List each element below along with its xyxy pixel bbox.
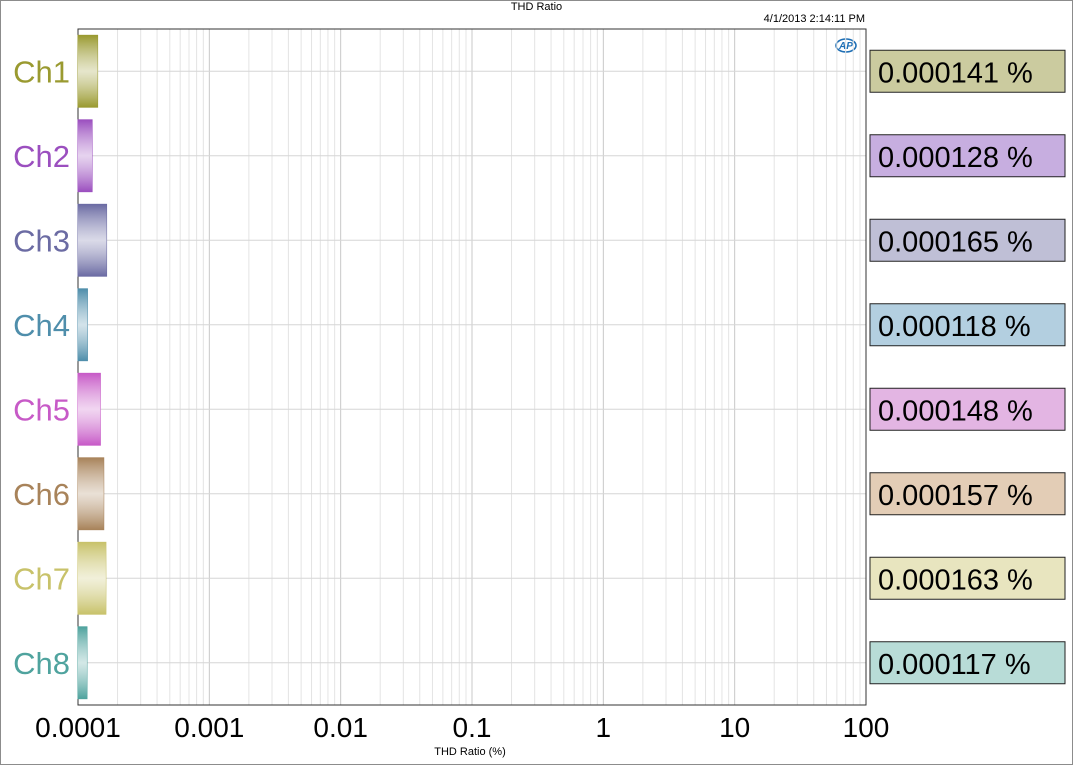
category-labels: Ch1 Ch2 Ch3 Ch4 Ch5 Ch6 Ch7 Ch8: [13, 54, 70, 681]
x-tick-label: 0.001: [174, 712, 244, 743]
category-label-ch6: Ch6: [13, 477, 70, 512]
category-label-ch7: Ch7: [13, 561, 70, 596]
bar-shine-ch7: [78, 542, 106, 615]
x-tick-label: 10: [719, 712, 750, 743]
grid: [78, 29, 866, 705]
category-label-ch1: Ch1: [13, 54, 70, 89]
bar-shine-ch2: [78, 119, 93, 192]
readout-value-ch2: 0.000128 %: [878, 142, 1033, 174]
bar-shine-ch3: [78, 204, 107, 277]
category-label-ch8: Ch8: [13, 646, 70, 681]
readout-value-ch3: 0.000165 %: [878, 226, 1033, 258]
category-label-ch2: Ch2: [13, 139, 70, 174]
bar-shine-ch5: [78, 373, 101, 446]
bars: [77, 34, 108, 700]
x-tick-label: 1: [596, 712, 612, 743]
thd-bar-chart: Ch1 Ch2 Ch3 Ch4 Ch5 Ch6 Ch7 Ch8 0.0001 0.001 0.01…: [13, 28, 1066, 743]
category-label-ch3: Ch3: [13, 223, 70, 258]
x-tick-label: 100: [843, 712, 890, 743]
bar-shine-ch1: [78, 35, 98, 108]
x-tick-label: 0.0001: [35, 712, 121, 743]
bar-shine-ch6: [78, 457, 104, 530]
bar-shine-ch4: [78, 288, 88, 361]
value-readouts: 0.000141 % 0.000128 % 0.000165 % 0.000118 %…: [869, 49, 1066, 685]
readout-value-ch4: 0.000118 %: [878, 311, 1031, 343]
readout-value-ch8: 0.000117 %: [878, 649, 1031, 681]
readout-value-ch1: 0.000141 %: [878, 57, 1033, 89]
x-tick-labels: 0.0001 0.001 0.01 0.1 1 10 100: [35, 712, 889, 743]
readout-value-ch5: 0.000148 %: [878, 395, 1033, 427]
readout-value-ch7: 0.000163 %: [878, 564, 1033, 596]
x-tick-label: 0.01: [313, 712, 368, 743]
bar-shine-ch8: [78, 626, 87, 699]
readout-value-ch6: 0.000157 %: [878, 480, 1033, 512]
x-axis-label: THD Ratio (%): [434, 746, 506, 758]
category-label-ch5: Ch5: [13, 392, 70, 427]
x-tick-label: 0.1: [453, 712, 492, 743]
category-label-ch4: Ch4: [13, 308, 70, 343]
